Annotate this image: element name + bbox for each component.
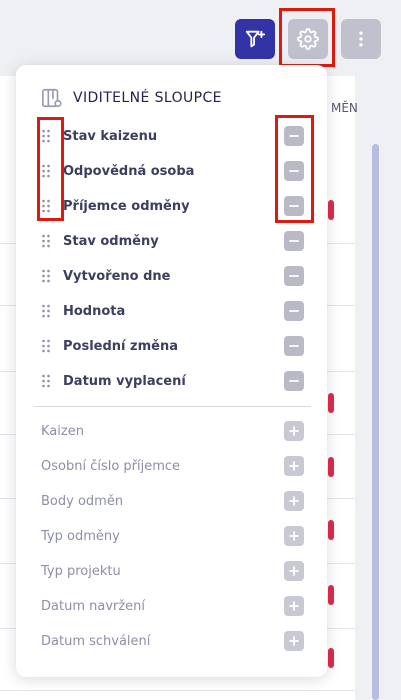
column-label: Typ projektu [41, 563, 121, 579]
column-label: Osobní číslo příjemce [41, 458, 181, 474]
add-column-button[interactable] [284, 491, 304, 511]
remove-column-button[interactable] [284, 371, 304, 391]
column-label: Datum schválení [41, 633, 151, 649]
drag-handle-icon[interactable] [41, 373, 51, 389]
column-label: Příjemce odměny [63, 198, 190, 214]
minus-icon [289, 345, 299, 347]
remove-column-button[interactable] [284, 266, 304, 286]
hidden-column-item[interactable]: Typ odměny [16, 524, 327, 548]
add-column-button[interactable] [284, 526, 304, 546]
more-options-button[interactable] [341, 19, 381, 59]
add-column-button[interactable] [284, 456, 304, 476]
columns-settings-icon [42, 88, 62, 108]
highlight-box-remove-buttons [275, 115, 314, 223]
status-marker [328, 457, 334, 477]
hidden-column-item[interactable]: Datum navržení [16, 594, 327, 618]
filter-button[interactable] [235, 19, 275, 59]
minus-icon [289, 380, 299, 382]
plus-icon [289, 566, 299, 576]
drag-handle-icon[interactable] [41, 303, 51, 319]
hidden-column-item[interactable]: Body odměn [16, 489, 327, 513]
drag-handle-icon[interactable] [41, 338, 51, 354]
minus-icon [289, 240, 299, 242]
highlight-box-drag-handles [37, 117, 64, 221]
add-column-button[interactable] [284, 631, 304, 651]
more-vertical-icon [359, 31, 363, 47]
visible-column-item[interactable]: Hodnota [16, 299, 327, 323]
hidden-column-item[interactable]: Typ projektu [16, 559, 327, 583]
visible-column-item[interactable]: Datum vyplacení [16, 369, 327, 393]
column-label: Datum vyplacení [63, 373, 186, 389]
status-marker [328, 648, 334, 668]
plus-icon [289, 531, 299, 541]
column-label: Odpovědná osoba [63, 163, 195, 179]
status-marker [328, 585, 334, 605]
visible-column-item[interactable]: Vytvořeno dne [16, 264, 327, 288]
status-marker [328, 393, 334, 413]
panel-header: VIDITELNÉ SLOUPCE [41, 87, 222, 109]
column-label: Typ odměny [41, 528, 120, 544]
plus-icon [289, 601, 299, 611]
visible-column-item[interactable]: Stav odměny [16, 229, 327, 253]
plus-icon [289, 636, 299, 646]
plus-icon [289, 496, 299, 506]
column-label: Vytvořeno dne [63, 268, 171, 284]
column-label: Body odměn [41, 493, 124, 509]
visible-columns-panel: VIDITELNÉ SLOUPCE Stav kaizenu Odpovědná … [16, 65, 327, 677]
status-marker [328, 520, 334, 540]
column-label: Kaizen [41, 423, 84, 439]
hidden-column-item[interactable]: Osobní číslo příjemce [16, 454, 327, 478]
highlight-box-settings [279, 8, 335, 67]
visible-column-item[interactable]: Poslední změna [16, 334, 327, 358]
remove-column-button[interactable] [284, 336, 304, 356]
hidden-column-item[interactable]: Kaizen [16, 419, 327, 443]
drag-handle-icon[interactable] [41, 233, 51, 249]
column-label: Datum navržení [41, 598, 146, 614]
minus-icon [289, 310, 299, 312]
drag-handle-icon[interactable] [41, 268, 51, 284]
add-column-button[interactable] [284, 596, 304, 616]
add-column-button[interactable] [284, 561, 304, 581]
column-label: Hodnota [63, 303, 126, 319]
minus-icon [289, 275, 299, 277]
plus-icon [289, 426, 299, 436]
column-header-partial[interactable]: MĚN [331, 101, 358, 115]
panel-title: VIDITELNÉ SLOUPCE [73, 90, 222, 106]
hidden-column-item[interactable]: Datum schválení [16, 629, 327, 653]
divider [34, 406, 311, 407]
table-row-divider [0, 690, 355, 691]
plus-icon [289, 461, 299, 471]
remove-column-button[interactable] [284, 301, 304, 321]
column-label: Poslední změna [63, 338, 178, 354]
remove-column-button[interactable] [284, 231, 304, 251]
add-column-button[interactable] [284, 421, 304, 441]
vertical-scrollbar[interactable] [372, 144, 379, 700]
status-marker [328, 200, 334, 220]
column-label: Stav odměny [63, 233, 159, 249]
column-label: Stav kaizenu [63, 128, 158, 144]
filter-plus-icon [245, 30, 266, 48]
